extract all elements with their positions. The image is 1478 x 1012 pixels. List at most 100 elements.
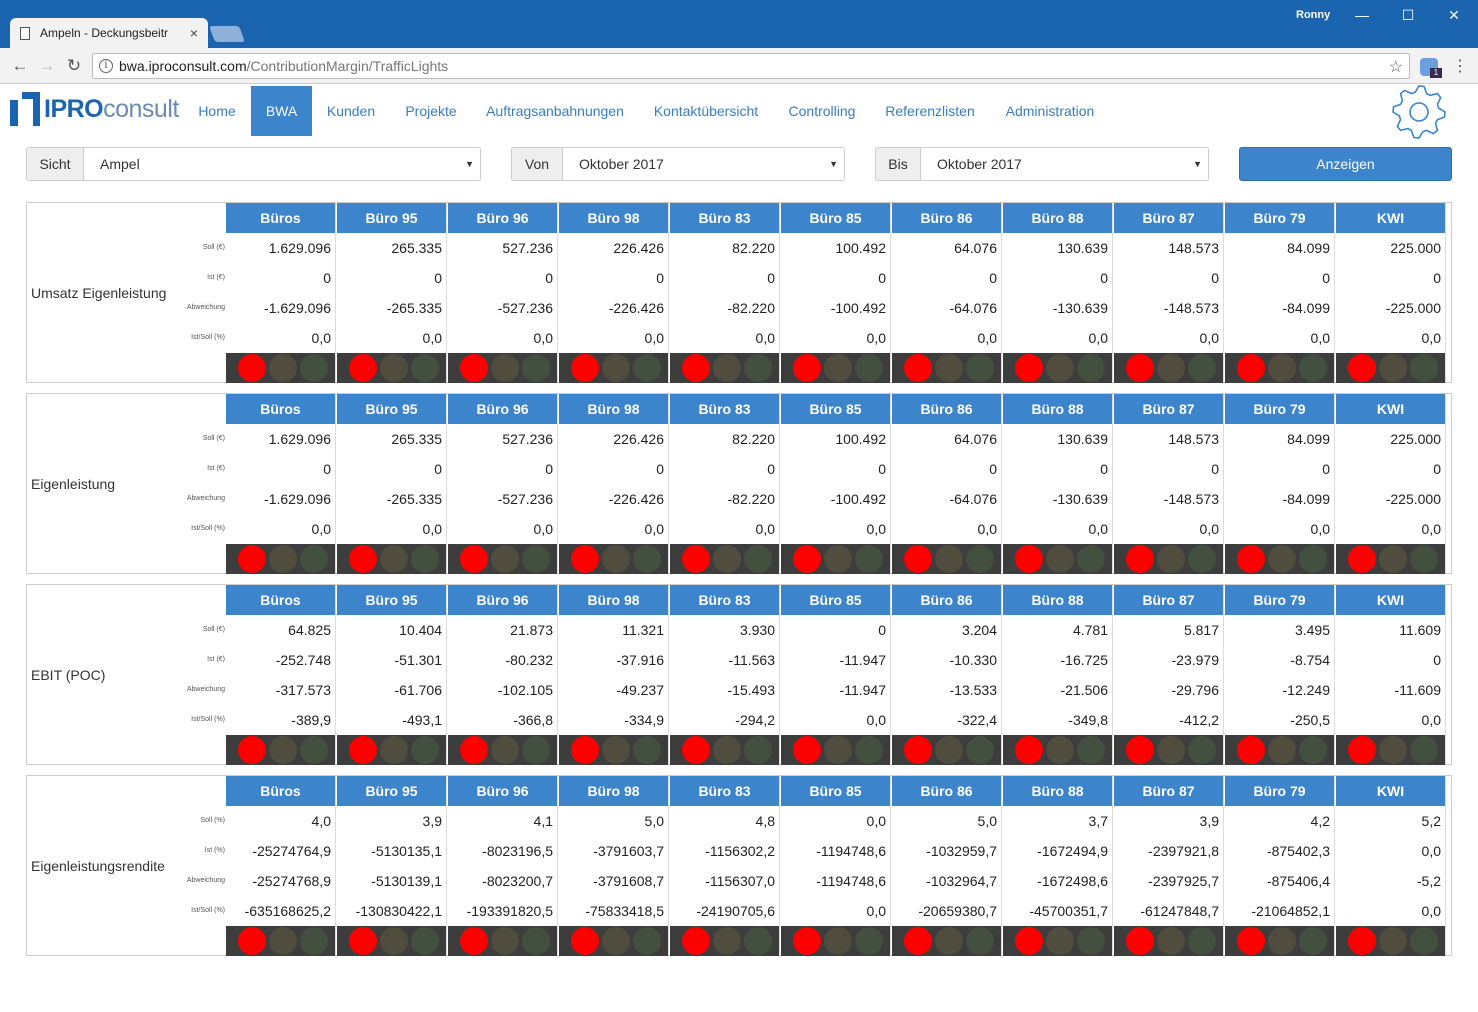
office-column: Büro 88 3,7 -1672494,9 -1672498,6 -45700351,…: [1003, 776, 1113, 956]
row-label: Abweichung: [186, 686, 225, 693]
value-cell: -250,5: [1290, 712, 1330, 728]
traffic-light-yellow-lamp: [1268, 354, 1296, 382]
bookmark-star-icon[interactable]: ☆: [1389, 57, 1403, 77]
value-cell: 100.492: [835, 431, 886, 447]
column-header: Büro 79: [1225, 394, 1334, 424]
value-cell: -226.426: [608, 491, 664, 507]
browser-menu-icon[interactable]: ⋮: [1452, 56, 1468, 76]
value-cell: 3.930: [739, 622, 775, 638]
info-icon[interactable]: i: [99, 59, 113, 73]
nav-item-projekte[interactable]: Projekte: [390, 86, 472, 136]
browser-tab[interactable]: Ampeln - Deckungsbeitr ×: [10, 18, 208, 48]
office-column: Büro 96 527.236 0 -527.236 0,0: [448, 394, 558, 574]
traffic-light-green-lamp: [522, 927, 550, 955]
office-column: Büro 86 64.076 0 -64.076 0,0: [892, 203, 1002, 383]
show-button[interactable]: Anzeigen: [1239, 147, 1452, 181]
forward-icon[interactable]: →: [37, 56, 57, 76]
traffic-light: [226, 735, 335, 765]
value-cell: -64.076: [949, 300, 997, 316]
value-cell: 0: [1322, 461, 1330, 477]
logo[interactable]: IPROconsult: [10, 91, 179, 127]
office-column: Büro 79 84.099 0 -84.099 0,0: [1225, 203, 1335, 383]
column-header: Büro 83: [670, 776, 779, 806]
value-cell: -1194748,6: [816, 873, 886, 889]
address-bar[interactable]: i bwa.iproconsult.com/ContributionMargin…: [92, 53, 1410, 79]
value-cell: 0,0: [1421, 712, 1441, 728]
column-header: Büro 87: [1114, 394, 1223, 424]
value-cell: 0: [767, 270, 775, 286]
value-cell: 5,0: [977, 813, 997, 829]
traffic-light-yellow-lamp: [269, 545, 297, 573]
traffic-light: [559, 926, 668, 956]
to-month-select[interactable]: Oktober 2017 ▼: [921, 148, 1208, 180]
traffic-light-yellow-lamp: [824, 354, 852, 382]
column-header: Büro 83: [670, 585, 779, 615]
nav-item-auftragsanbahnungen[interactable]: Auftragsanbahnungen: [472, 86, 638, 136]
value-cell: 0,0: [644, 521, 664, 537]
traffic-light-green-lamp: [522, 736, 550, 764]
office-column: Büro 79 84.099 0 -84.099 0,0: [1225, 394, 1335, 574]
traffic-light: [892, 544, 1001, 574]
traffic-light-red-lamp: [238, 927, 266, 955]
value-cell: -334,9: [624, 712, 664, 728]
traffic-light-green-lamp: [1410, 545, 1438, 573]
reload-icon[interactable]: ↻: [64, 56, 84, 76]
value-cell: 0: [1100, 270, 1108, 286]
traffic-light-red-lamp: [1126, 545, 1154, 573]
value-cell: -1156307,0: [705, 873, 775, 889]
nav-item-home[interactable]: Home: [188, 86, 246, 136]
maximize-icon[interactable]: ☐: [1388, 4, 1428, 26]
from-month-select[interactable]: Oktober 2017 ▼: [563, 148, 844, 180]
value-cell: -1.629.096: [264, 300, 331, 316]
traffic-light-green-lamp: [1410, 354, 1438, 382]
value-cell: 0,0: [1199, 330, 1219, 346]
traffic-light-green-lamp: [855, 354, 883, 382]
traffic-light-green-lamp: [1299, 354, 1327, 382]
traffic-light-red-lamp: [904, 736, 932, 764]
traffic-light-green-lamp: [633, 927, 661, 955]
view-select[interactable]: Ampel ▼: [84, 148, 480, 180]
value-cell: 0,0: [311, 330, 331, 346]
nav-item-controlling[interactable]: Controlling: [774, 86, 870, 136]
value-cell: 0,0: [1199, 521, 1219, 537]
minimize-icon[interactable]: —: [1342, 4, 1382, 26]
value-cell: -875406,4: [1266, 873, 1330, 889]
traffic-light-yellow-lamp: [380, 927, 408, 955]
traffic-light: [892, 735, 1001, 765]
value-cell: -5130139,1: [371, 873, 442, 889]
value-cell: 3.495: [1294, 622, 1330, 638]
value-cell: -1032959,7: [926, 843, 997, 859]
value-cell: -1672494,9: [1037, 843, 1108, 859]
traffic-light-yellow-lamp: [1157, 736, 1185, 764]
chevron-down-icon: ▼: [829, 159, 838, 169]
new-tab-button[interactable]: [209, 26, 245, 42]
traffic-light-red-lamp: [349, 927, 377, 955]
traffic-light-yellow-lamp: [1268, 736, 1296, 764]
office-column: Büro 85 0 -11.947 -11.947 0,0: [781, 585, 891, 765]
traffic-light-red-lamp: [571, 736, 599, 764]
nav-item-administration[interactable]: Administration: [990, 86, 1110, 136]
value-cell: 0: [767, 461, 775, 477]
settings-gear-icon[interactable]: [1388, 85, 1450, 139]
traffic-light-red-lamp: [1015, 736, 1043, 764]
value-cell: -100.492: [830, 491, 886, 507]
value-cell: -49.237: [616, 682, 664, 698]
nav-item-bwa[interactable]: BWA: [251, 86, 312, 136]
office-column: Büro 79 3.495 -8.754 -12.249 -250,5: [1225, 585, 1335, 765]
browser-user-label[interactable]: Ronny: [1296, 9, 1330, 21]
traffic-light-green-lamp: [1188, 736, 1216, 764]
traffic-light: [1114, 353, 1223, 383]
nav-item-referenzlisten[interactable]: Referenzlisten: [870, 86, 990, 136]
office-column: KWI 225.000 0 -225.000 0,0: [1336, 394, 1446, 574]
nav-item-kunden[interactable]: Kunden: [312, 86, 390, 136]
from-filter: Von Oktober 2017 ▼: [511, 147, 845, 181]
traffic-light-yellow-lamp: [380, 354, 408, 382]
value-cell: -8023196,5: [482, 843, 553, 859]
back-icon[interactable]: ←: [10, 56, 30, 76]
nav-item-kontakt-bersicht[interactable]: Kontaktübersicht: [638, 86, 774, 136]
traffic-light: [448, 735, 557, 765]
close-window-icon[interactable]: ✕: [1434, 4, 1474, 26]
tab-close-icon[interactable]: ×: [190, 25, 198, 41]
value-cell: 4,0: [311, 813, 331, 829]
value-cell: 148.573: [1168, 431, 1219, 447]
